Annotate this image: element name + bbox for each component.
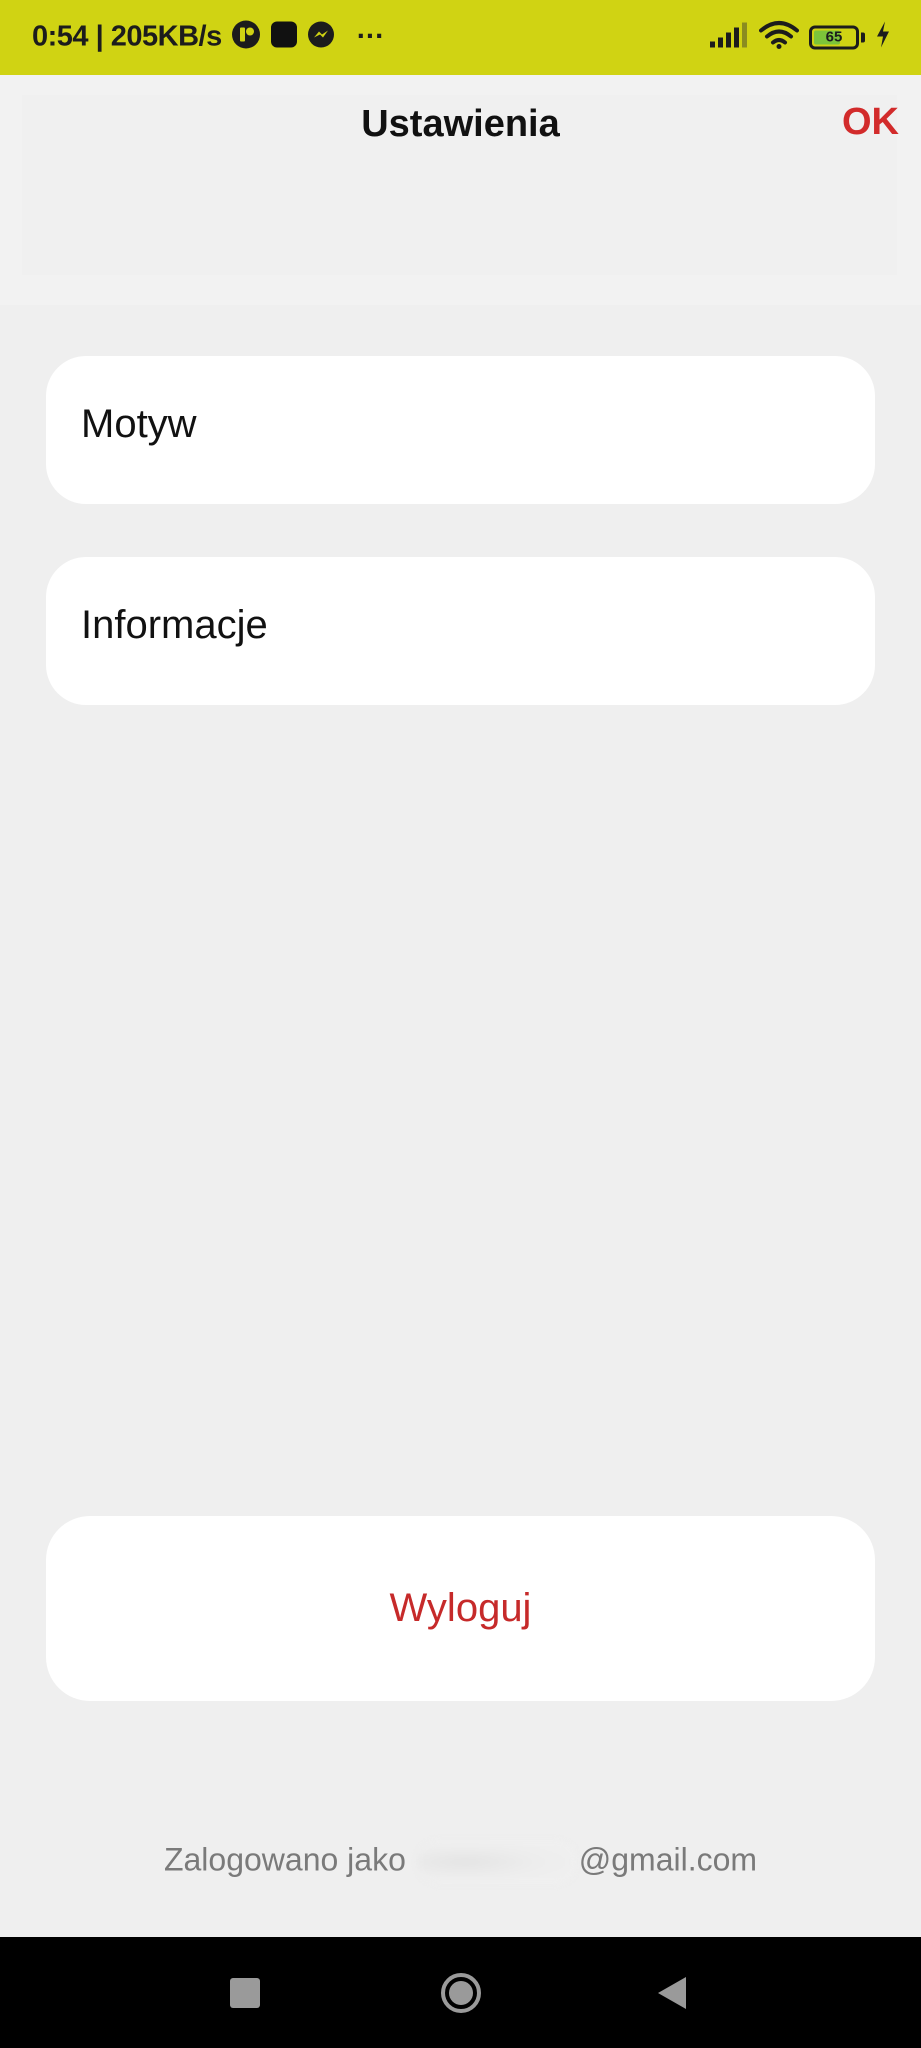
home-icon[interactable]	[441, 1972, 481, 2013]
navigation-bar	[0, 1937, 921, 2048]
email-domain: @gmail.com	[578, 1841, 758, 1878]
wifi-icon	[759, 20, 799, 55]
status-bar: 0:54 | 205KB/s ··· 65	[0, 0, 921, 75]
charging-icon	[875, 21, 891, 54]
recents-icon[interactable]	[230, 1977, 260, 2008]
header: Ustawienia OK	[0, 75, 921, 305]
logged-in-info: Zalogowano jako @gmail.com	[0, 1840, 921, 1884]
battery-level: 65	[825, 28, 843, 46]
network-speed: 205KB/s	[110, 20, 222, 53]
battery-cap	[861, 32, 865, 42]
back-icon[interactable]	[658, 1976, 686, 2009]
status-right: 65	[709, 20, 891, 55]
battery-icon: 65	[809, 25, 859, 49]
ok-button[interactable]: OK	[842, 101, 899, 144]
settings-item-info[interactable]: Informacje	[46, 557, 875, 705]
page-title: Ustawienia	[361, 103, 560, 145]
more-dots-icon: ···	[356, 20, 385, 53]
messenger-icon	[307, 21, 335, 54]
status-separator: |	[88, 20, 111, 53]
logout-label: Wyloguj	[389, 1586, 532, 1630]
signal-icon	[709, 21, 749, 54]
settings-item-label: Motyw	[81, 402, 197, 446]
home-icon-dot	[449, 1980, 473, 2005]
logged-in-prefix: Zalogowano jako	[163, 1841, 406, 1878]
status-time: 0:54	[32, 20, 89, 53]
settings-item-theme[interactable]: Motyw	[46, 356, 875, 504]
app-notification-icon	[231, 20, 261, 55]
settings-item-label: Informacje	[81, 603, 268, 647]
status-left: 0:54 | 205KB/s ···	[32, 20, 385, 55]
redacted-email-user	[416, 1840, 577, 1884]
app-square-icon	[270, 21, 298, 54]
logout-button[interactable]: Wyloguj	[46, 1516, 875, 1701]
